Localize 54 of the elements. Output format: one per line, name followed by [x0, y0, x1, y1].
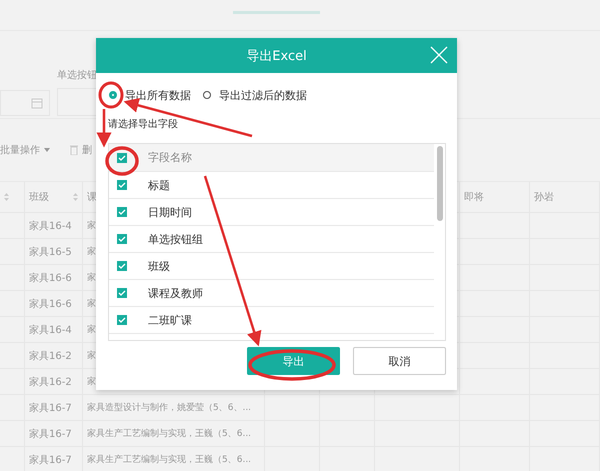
table-cell-text: 家具16-7 — [29, 402, 72, 414]
annotation-circle — [98, 82, 124, 108]
caret-icon — [44, 148, 50, 152]
prompt-label: 请选择导出字段 — [108, 118, 178, 132]
table-cell-text: 家 — [87, 220, 96, 232]
checkbox[interactable] — [117, 207, 127, 217]
table-cell-text: 家具16-7 — [29, 428, 72, 440]
date-field[interactable] — [0, 90, 50, 116]
field-label: 标题 — [148, 178, 170, 192]
table-cell-text: 家 — [87, 246, 96, 258]
field-label: 课程及教师 — [148, 286, 203, 300]
table-cell-text: 家具16-7 — [29, 454, 72, 466]
radio-option[interactable]: 导出过滤后的数据 — [203, 88, 307, 102]
column-header: 字段名称 — [148, 150, 192, 165]
field-label: 班级 — [148, 258, 170, 274]
sort-icon[interactable] — [73, 193, 78, 201]
table-cell-text: 家具16-6 — [29, 298, 72, 310]
table-cell-text: 家具16-5 — [29, 246, 72, 258]
table-cell-text: 家 — [87, 350, 96, 362]
annotation-circle — [105, 146, 139, 176]
table-cell-text: 家具16-4 — [29, 324, 72, 336]
trash-icon — [70, 145, 78, 155]
checkbox[interactable] — [117, 234, 127, 244]
sort-icon[interactable] — [4, 193, 9, 201]
table-cell-text: 家具生产工艺编制与实现，王巍（5、6... — [87, 428, 252, 440]
dialog-title: 导出Excel — [246, 48, 307, 64]
column-header: 课 — [87, 191, 97, 204]
table-cell-text: 家 — [87, 298, 96, 310]
table-cell-text: 家具16-6 — [29, 272, 72, 284]
table-cell-text: 家具造型设计与制作，姚爱莹（5、6、... — [87, 402, 252, 414]
checkbox[interactable] — [117, 180, 127, 190]
column-header: 即将 — [464, 191, 484, 204]
table-cell-text: 家 — [87, 324, 96, 336]
field-label: 单选按钮组 — [148, 232, 203, 246]
table-cell-text: 家具16-4 — [29, 220, 72, 232]
cancel-button[interactable]: 取消 — [353, 347, 446, 375]
field-label: 二班旷课 — [148, 312, 192, 328]
table-cell-text: 家 — [87, 376, 96, 388]
checkbox[interactable] — [117, 288, 127, 298]
scrollbar[interactable] — [437, 146, 443, 221]
checkbox[interactable] — [117, 261, 127, 271]
calendar-icon — [31, 97, 43, 109]
close-icon[interactable] — [430, 46, 448, 64]
column-header: 孙岩 — [534, 190, 554, 204]
filter-label: 单选按钮 — [57, 68, 98, 82]
table-cell-text: 家 — [87, 272, 96, 284]
column-header: 班级 — [29, 190, 49, 204]
field-label: 日期时间 — [148, 204, 192, 220]
checkbox[interactable] — [117, 152, 127, 162]
table-cell-text: 家具16-2 — [29, 350, 72, 362]
checkbox[interactable] — [117, 315, 127, 325]
radio-option[interactable]: 导出所有数据 — [109, 88, 191, 102]
table-cell-text: 家具生产工艺编制与实现，王巍（5、6... — [87, 454, 252, 466]
table-cell-text: 家具16-2 — [29, 376, 72, 388]
